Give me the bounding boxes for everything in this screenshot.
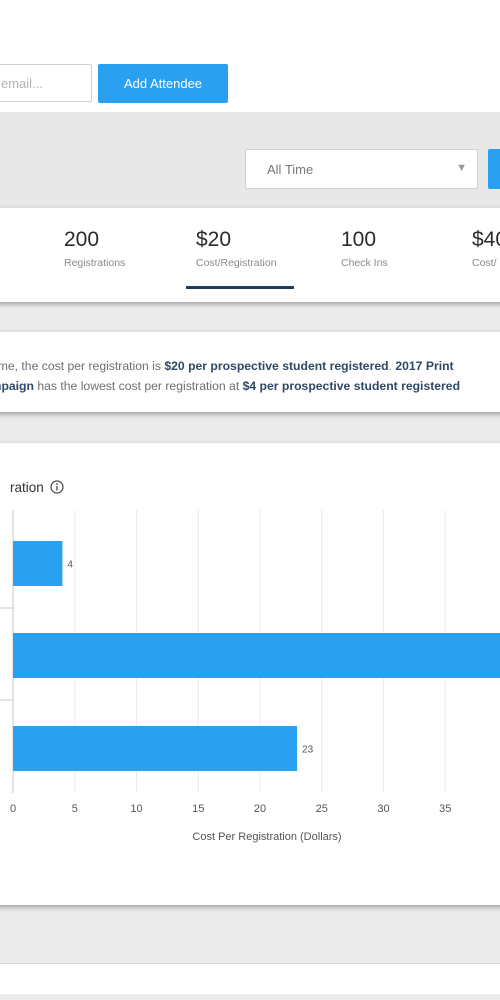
stat-value: 200: [64, 228, 100, 251]
summary-highlight: 2017 Print: [395, 359, 454, 373]
x-axis-label: Cost Per Registration (Dollars): [192, 831, 341, 843]
summary-highlight: npaign: [0, 379, 34, 393]
time-range-select[interactable]: All Time ▼: [245, 149, 478, 189]
summary-line: ime, the cost per registration is $20 pe…: [0, 356, 500, 376]
stat-label: Registrations: [64, 257, 126, 269]
stat-cost-per-registration[interactable]: $20 Cost/Registration: [196, 228, 277, 269]
summary-line: npaign has the lowest cost per registrat…: [0, 376, 500, 396]
x-tick-label: 35: [439, 803, 451, 815]
bar: [13, 726, 298, 771]
stat-label: Cost/: [472, 257, 497, 269]
bar-value-label: 23: [302, 745, 314, 756]
stat-value: $40: [472, 228, 500, 251]
bar: [13, 633, 500, 678]
x-tick-label: 30: [377, 803, 389, 815]
x-tick-label: 0: [10, 803, 16, 815]
bar: [13, 541, 63, 586]
summary-panel: ime, the cost per registration is $20 pe…: [0, 332, 500, 412]
x-tick-label: 10: [130, 803, 142, 815]
x-tick-label: 25: [316, 803, 328, 815]
bar-chart: 4 23 0 5 10 15 20 25 30 35 Cost Per Registration (…: [0, 510, 500, 843]
add-attendee-button[interactable]: Add Attendee: [98, 64, 228, 103]
active-tab-indicator: [186, 286, 294, 289]
time-range-value: All Time: [267, 162, 314, 177]
summary-text: ime, the cost per registration is $20 pe…: [0, 356, 500, 396]
x-tick-label: 5: [72, 803, 78, 815]
stat-label: Cost/Registration: [196, 257, 277, 269]
apply-filter-button[interactable]: [488, 149, 500, 189]
bar-value-label: 4: [67, 560, 73, 571]
stats-panel: 200 Registrations $20 Cost/Registration …: [0, 208, 500, 302]
x-tick-label: 20: [254, 803, 266, 815]
stat-registrations[interactable]: 200 Registrations: [64, 228, 125, 269]
stat-check-ins[interactable]: 100 Check Ins: [341, 228, 388, 269]
bottom-panel: [0, 963, 500, 994]
summary-highlight: $20 per prospective student registered: [164, 359, 389, 373]
summary-fragment: ime, the cost per registration is: [0, 359, 165, 373]
email-input[interactable]: [0, 64, 92, 102]
top-header-panel: [0, 0, 500, 55]
x-tick-label: 15: [192, 803, 204, 815]
summary-fragment: has the lowest cost per registration at: [33, 379, 243, 393]
summary-highlight: $4 per prospective student registered: [242, 379, 461, 393]
stat-value: 100: [341, 228, 377, 251]
stat-value: $20: [196, 228, 232, 251]
stat-label: Check Ins: [341, 257, 388, 269]
stat-cost-per-check-in[interactable]: $40 Cost/: [472, 228, 500, 269]
chevron-down-icon: ▼: [456, 162, 467, 174]
